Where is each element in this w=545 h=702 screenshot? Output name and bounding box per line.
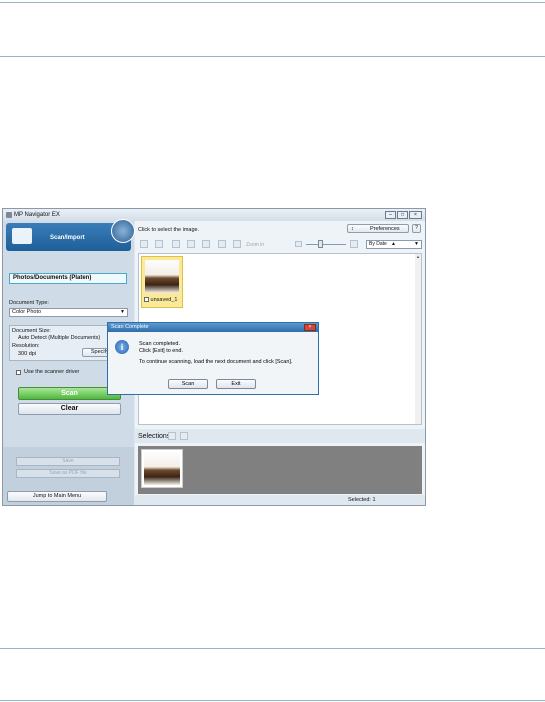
view-list-icon[interactable] <box>155 240 163 248</box>
save-pdf-button[interactable]: Save as PDF file <box>16 469 120 478</box>
clear-button[interactable]: Clear <box>18 403 121 415</box>
dialog-title-text: Scan Complete <box>111 324 149 330</box>
dialog-scan-button[interactable]: Scan <box>168 379 208 389</box>
resolution-label: Resolution: <box>12 343 40 349</box>
thumbnail-checkbox[interactable] <box>144 297 149 303</box>
preferences-button[interactable]: ↕ Preferences <box>347 224 409 233</box>
document-size-label: Document Size: <box>12 328 51 334</box>
help-button[interactable]: ? <box>412 224 421 233</box>
toolbar: Zoom in By Date ▲ ▼ <box>138 239 422 250</box>
minimize-icon[interactable]: – <box>385 211 396 219</box>
sort-select[interactable]: By Date ▲ ▼ <box>366 240 422 249</box>
mode-selector[interactable]: Photos/Documents (Platen) <box>9 273 127 284</box>
document-type-select[interactable]: Color Photo ▼ <box>9 308 128 317</box>
scanner-driver-checkbox[interactable] <box>16 370 21 375</box>
scanner-driver-label: Use the scanner driver <box>24 369 80 375</box>
close-icon[interactable]: × <box>409 211 422 219</box>
document-size-value: Auto Detect (Multiple Documents) <box>18 335 101 341</box>
top-rule-1 <box>0 2 545 3</box>
dialog-exit-button[interactable]: Exit <box>216 379 256 389</box>
banner-label: Scan/Import <box>50 235 85 241</box>
selected-thumbnail[interactable] <box>141 449 183 488</box>
maximize-icon[interactable]: □ <box>397 211 408 219</box>
viewer-scrollbar[interactable]: ▲ <box>415 254 421 424</box>
main-menu-icon[interactable] <box>111 219 135 243</box>
thumbnail-name: unsaved_1 <box>150 297 178 303</box>
slider-knob[interactable] <box>318 240 323 248</box>
selected-count: Selected: 1 <box>348 497 376 503</box>
document-type-value: Color Photo <box>12 309 42 315</box>
sort-value: By Date <box>369 241 387 247</box>
dialog-title: Scan Complete <box>108 323 318 332</box>
window-title: MP Navigator EX <box>14 212 60 218</box>
selections-single-icon[interactable] <box>180 432 188 440</box>
scanner-icon <box>12 228 32 244</box>
document-type-label: Document Type: <box>9 300 49 306</box>
bottom-rule-1 <box>0 648 545 649</box>
rotate-right-icon[interactable] <box>187 240 195 248</box>
info-icon: i <box>115 340 129 354</box>
preferences-icon: ↕ <box>351 226 354 232</box>
bottom-rule-2 <box>0 700 545 701</box>
top-rule-2 <box>0 56 545 57</box>
view-grid-icon[interactable] <box>140 240 148 248</box>
resolution-value: 300 dpi <box>18 351 37 357</box>
window-controls: – □ × <box>385 211 422 219</box>
status-bar: Selected: 1 <box>135 495 425 505</box>
selections-grid-icon[interactable] <box>168 432 176 440</box>
correct-image-icon[interactable] <box>202 240 210 248</box>
large-thumb-icon[interactable] <box>350 240 358 248</box>
dog-photo <box>145 260 179 293</box>
hint-text: Click to select the image. <box>138 227 200 233</box>
sort-direction-icon: ▲ <box>391 241 396 247</box>
zoom-icon[interactable] <box>233 240 241 248</box>
preferences-label: Preferences <box>370 226 400 232</box>
jump-to-main-menu-button[interactable]: Jump to Main Menu <box>7 491 107 502</box>
selections-label: Selections <box>138 433 171 440</box>
scan-button[interactable]: Scan <box>18 387 121 400</box>
chevron-down-icon: ▼ <box>414 241 419 247</box>
rotate-left-icon[interactable] <box>172 240 180 248</box>
thumb-size-slider[interactable] <box>306 244 346 245</box>
scan-import-banner: Scan/Import <box>6 219 135 251</box>
app-icon <box>6 212 12 218</box>
selections-bar: Selections <box>135 429 425 443</box>
dialog-line-1: Scan completed. <box>139 341 180 347</box>
scan-complete-dialog: Scan Complete × i Scan completed. Click … <box>107 322 319 395</box>
selected-dog-photo <box>144 452 180 485</box>
dialog-close-icon[interactable]: × <box>304 324 316 331</box>
save-button[interactable]: Save <box>16 457 120 466</box>
dialog-line-2: Click [Exit] to end. <box>139 348 184 354</box>
thumbnail-caption: unsaved_1 <box>144 297 177 303</box>
image-thumbnail[interactable]: unsaved_1 <box>141 256 183 308</box>
title-bar: MP Navigator EX – □ × <box>3 209 425 221</box>
chevron-down-icon: ▼ <box>120 309 125 315</box>
small-thumb-icon[interactable] <box>295 241 302 247</box>
zoom-in-label: Zoom in <box>246 242 265 248</box>
dialog-line-3: To continue scanning, load the next docu… <box>139 359 293 365</box>
selections-tray <box>138 446 422 494</box>
crop-icon[interactable] <box>218 240 226 248</box>
